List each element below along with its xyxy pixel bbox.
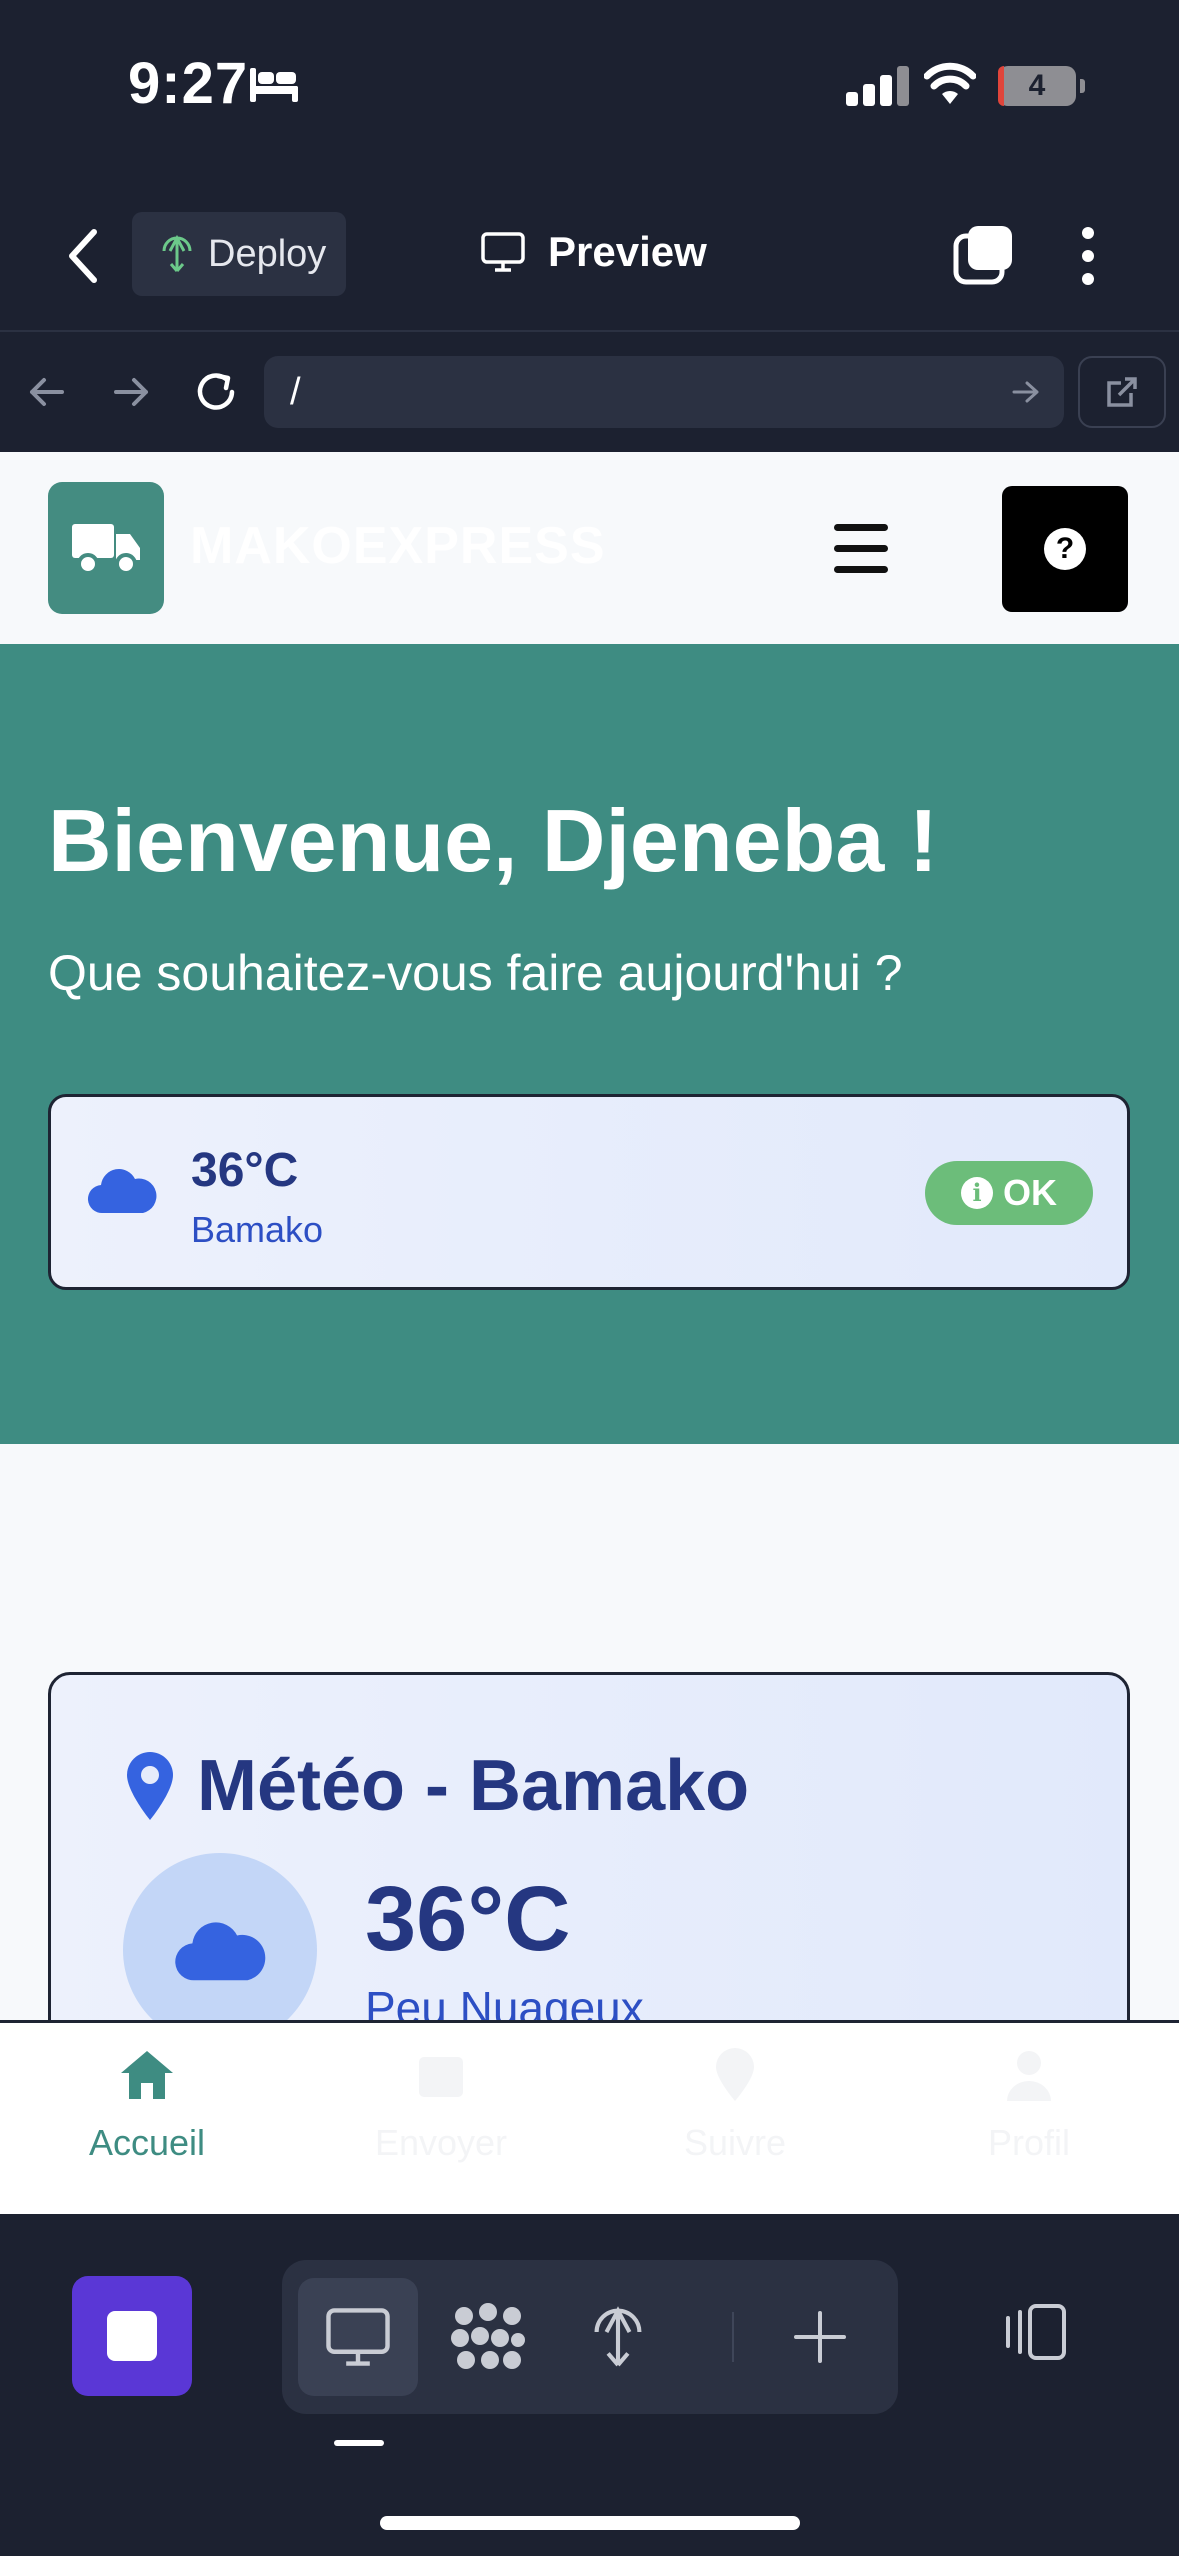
package-icon (419, 2057, 463, 2097)
monitor-icon (481, 232, 525, 272)
back-chevron-icon[interactable] (66, 228, 100, 289)
preview-view-button[interactable] (298, 2278, 418, 2396)
cluster-icon (451, 2303, 525, 2369)
deploy-button[interactable]: Deploy (132, 212, 346, 296)
deploy-label: Deploy (208, 232, 327, 275)
active-view-indicator (334, 2440, 384, 2446)
deploy-view-button[interactable] (558, 2278, 678, 2396)
url-text: / (290, 371, 301, 413)
nav-back-arrow-icon[interactable] (28, 376, 66, 413)
divider (732, 2312, 734, 2362)
status-badge: i OK (925, 1161, 1093, 1225)
editor-bottom-bar (0, 2214, 1179, 2556)
cloud-icon (175, 1922, 266, 1981)
battery-level: 4 (1028, 69, 1046, 102)
location-pin-icon (127, 1752, 173, 1820)
deploy-icon (162, 235, 192, 272)
preview-tab[interactable]: Preview (480, 228, 707, 276)
help-button[interactable]: ? (1002, 486, 1128, 612)
reload-icon[interactable] (192, 368, 240, 421)
meteo-icon-circle (123, 1853, 317, 2047)
tab-suivre[interactable]: Suivre (588, 2047, 882, 2164)
bottom-tab-nav: Accueil Envoyer Suivre Profil (0, 2020, 1179, 2214)
app-logo[interactable] (48, 482, 164, 614)
info-icon: i (961, 1177, 993, 1209)
url-input[interactable]: / (264, 356, 1064, 428)
plus-icon (794, 2311, 846, 2363)
weather-mini-city: Bamako (191, 1209, 324, 1250)
stop-button[interactable] (72, 2276, 192, 2396)
menu-icon[interactable] (834, 524, 888, 587)
battery-indicator: 4 (998, 66, 1085, 106)
status-time: 9:27 (128, 51, 249, 116)
help-icon: ? (1044, 528, 1086, 570)
location-icon (716, 2048, 754, 2101)
view-switcher (282, 2260, 898, 2414)
tab-envoyer[interactable]: Envoyer (294, 2047, 588, 2164)
nav-forward-arrow-icon[interactable] (112, 376, 150, 413)
workspace-view-button[interactable] (428, 2278, 548, 2396)
tabs-switcher-icon[interactable] (952, 224, 1014, 291)
meteo-title-text: Météo - Bamako (197, 1746, 750, 1826)
tab-label: Envoyer (374, 2122, 508, 2163)
tab-profil[interactable]: Profil (882, 2047, 1176, 2164)
add-tab-button[interactable] (760, 2278, 880, 2396)
monitor-icon (326, 2308, 390, 2366)
sleep-icon (248, 64, 300, 109)
home-indicator (380, 2516, 800, 2530)
editor-toolbar: Deploy Preview (0, 190, 1179, 332)
status-bar: 9:27 4 (0, 0, 1179, 190)
meteo-title: Météo - Bamako (123, 1745, 749, 1827)
weather-mini-card[interactable]: 36°C Bamako i OK (48, 1094, 1130, 1290)
home-icon (121, 2051, 173, 2099)
brand-name: MAKOEXPRESS (190, 517, 606, 575)
status-badge-label: OK (1003, 1172, 1057, 1213)
weather-mini-temp: 36°C (191, 1144, 299, 1197)
browser-url-bar: / (0, 332, 1179, 452)
app-header: MAKOEXPRESS ? (0, 452, 1179, 644)
tab-label: Suivre (683, 2122, 787, 2163)
user-icon (1007, 2051, 1051, 2101)
open-external-button[interactable] (1078, 356, 1166, 428)
split-view-icon[interactable] (1000, 2302, 1070, 2367)
cloud-icon (87, 1169, 157, 1214)
deploy-icon (594, 2306, 642, 2367)
meteo-temp: 36°C (365, 1868, 571, 1970)
wifi-icon (923, 62, 977, 111)
go-arrow-icon[interactable] (1012, 380, 1040, 404)
external-link-icon (1107, 377, 1137, 407)
truck-icon (72, 524, 140, 575)
web-preview: MAKOEXPRESS ? Bienvenue, Djeneba ! Que s… (0, 452, 1179, 2214)
tab-label: Accueil (88, 2122, 206, 2163)
tab-accueil[interactable]: Accueil (0, 2047, 294, 2164)
more-options-icon[interactable] (1078, 226, 1098, 291)
preview-label: Preview (548, 228, 707, 275)
welcome-title: Bienvenue, Djeneba ! (48, 791, 939, 890)
stop-icon (107, 2311, 157, 2361)
welcome-subtitle: Que souhaitez-vous faire aujourd'hui ? (48, 945, 903, 1001)
cellular-signal-icon (846, 64, 910, 106)
hero-section: Bienvenue, Djeneba ! Que souhaitez-vous … (0, 644, 1179, 1444)
tab-label: Profil (987, 2122, 1071, 2163)
